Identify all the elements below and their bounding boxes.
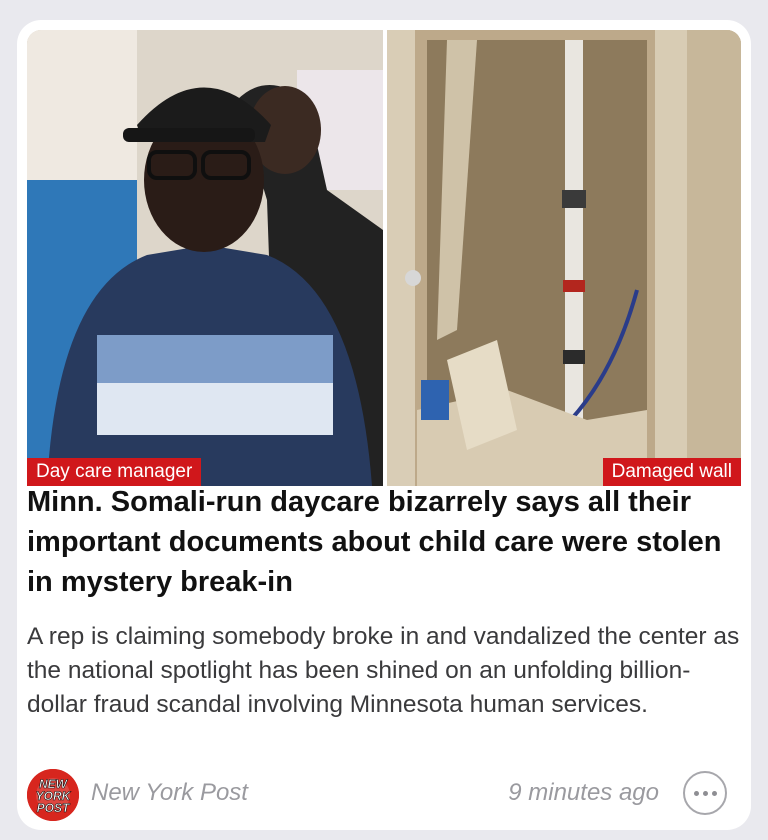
dot: [693, 790, 699, 796]
article-image[interactable]: Day care manager Damaged wall: [27, 30, 741, 486]
photo-day-care-manager: Day care manager: [27, 30, 383, 486]
article-timestamp: 9 minutes ago: [508, 779, 659, 806]
news-card[interactable]: Day care manager Damaged wall Minn. Soma…: [17, 20, 751, 830]
article-footer: NEW YORK POST New York Post 9 minutes ag…: [27, 768, 741, 822]
ellipsis-circle-icon[interactable]: [683, 771, 727, 815]
logo-line-3: POST: [37, 801, 71, 815]
publisher-logo: NEW YORK POST: [27, 769, 79, 821]
article-headline[interactable]: Minn. Somali-run daycare bizarrely says …: [27, 482, 741, 602]
publisher-name[interactable]: New York Post: [91, 779, 248, 807]
dot: [711, 790, 717, 796]
dot: [702, 790, 708, 796]
photo-damaged-wall: Damaged wall: [387, 30, 741, 486]
article-summary: A rep is claiming somebody broke in and …: [27, 623, 740, 718]
